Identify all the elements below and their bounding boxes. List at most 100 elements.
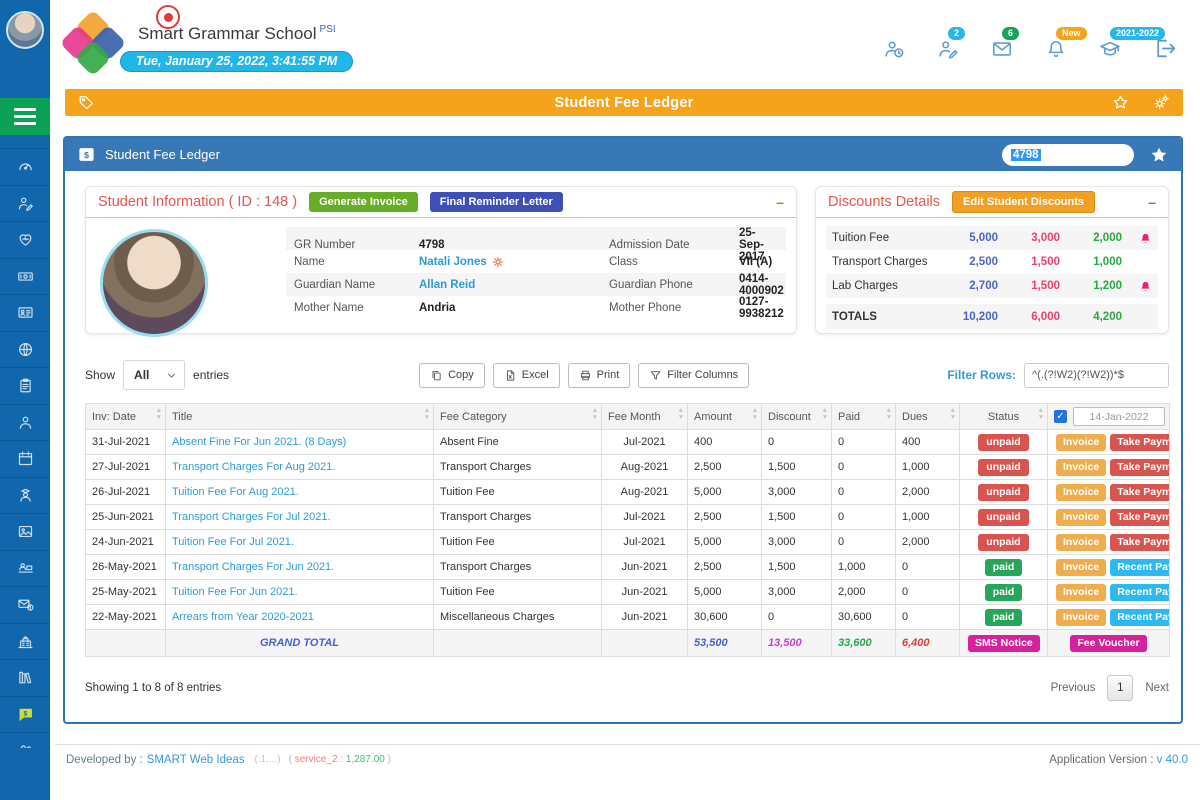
fee-title-link[interactable]: Absent Fine For Jun 2021. (8 Days)	[172, 436, 346, 448]
header-user-edit-button[interactable]: 2	[937, 38, 959, 60]
invoice-button[interactable]: Invoice	[1056, 584, 1106, 601]
col-discount[interactable]: Discount▲▼	[762, 404, 832, 430]
sort-icon[interactable]: ▲▼	[752, 408, 758, 421]
sidebar-item-student-edit[interactable]	[0, 185, 50, 222]
recent-button[interactable]: Recent Payment	[1110, 609, 1169, 626]
fee-voucher-button[interactable]: Fee Voucher	[1070, 635, 1146, 652]
col-dues[interactable]: Dues▲▼	[896, 404, 960, 430]
sort-icon[interactable]: ▲▼	[156, 408, 162, 421]
col-amount[interactable]: Amount▲▼	[688, 404, 762, 430]
invoice-button[interactable]: Invoice	[1056, 509, 1106, 526]
sort-icon[interactable]: ▲▼	[1038, 408, 1044, 421]
invoice-button[interactable]: Invoice	[1056, 559, 1106, 576]
panel-star-icon[interactable]	[1149, 145, 1169, 165]
recent-button[interactable]: Recent Payment	[1110, 559, 1169, 576]
fee-title-link[interactable]: Transport Charges For Jun 2021.	[172, 561, 334, 573]
invoice-button[interactable]: Invoice	[1056, 609, 1106, 626]
excel-button[interactable]: Excel	[493, 363, 560, 388]
header-session-button[interactable]: 2021-2022	[1099, 38, 1121, 60]
header-logout-button[interactable]	[1153, 36, 1178, 61]
student-name-link[interactable]: Natali Jones	[419, 255, 609, 269]
fee-title-link[interactable]: Transport Charges For Aug 2021.	[172, 461, 335, 473]
col-fee-category[interactable]: Fee Category▲▼	[434, 404, 602, 430]
sidebar-item-fee-ledger[interactable]: $	[0, 696, 50, 733]
header-messages-button[interactable]: 6	[991, 38, 1013, 60]
fee-title-link[interactable]: Tuition Fee For Aug 2021.	[172, 486, 299, 498]
header-notifications-button[interactable]: New	[1045, 38, 1067, 60]
fee-title-link[interactable]: Transport Charges For Jul 2021.	[172, 511, 331, 523]
sidebar-item-photos[interactable]	[0, 513, 50, 550]
page-number-button[interactable]: 1	[1107, 675, 1133, 701]
desk-icon	[17, 560, 34, 577]
sidebar-item-campus[interactable]	[0, 623, 50, 660]
sidebar-item-id-card[interactable]	[0, 294, 50, 331]
print-label: Print	[597, 369, 620, 381]
user-avatar[interactable]	[6, 11, 44, 49]
col-inv-date[interactable]: Inv: Date▲▼	[86, 404, 166, 430]
settings-gears-icon[interactable]	[1153, 94, 1170, 111]
invoice-button[interactable]: Invoice	[1056, 484, 1106, 501]
sidebar-item-web-portal[interactable]	[0, 331, 50, 368]
header-user-clock-button[interactable]	[883, 38, 905, 60]
sidebar-item-staff[interactable]	[0, 732, 50, 748]
date-filter-checkbox[interactable]: ✓	[1054, 410, 1067, 423]
show-entries-select[interactable]: All	[123, 360, 185, 390]
sidebar-item-health[interactable]	[0, 221, 50, 258]
sidebar-item-fee-mail[interactable]	[0, 586, 50, 623]
collapse-icon[interactable]: –	[776, 195, 784, 209]
filter-columns-button[interactable]: Filter Columns	[638, 363, 749, 388]
collapse-icon[interactable]: –	[1148, 195, 1156, 209]
take-button[interactable]: Take Payment	[1110, 509, 1169, 526]
date-filter-input[interactable]	[1073, 407, 1165, 426]
sidebar-item-reports[interactable]	[0, 367, 50, 404]
discount-cell: 3,000	[762, 530, 832, 555]
invoice-button[interactable]: Invoice	[1056, 434, 1106, 451]
col-title[interactable]: Title▲▼	[166, 404, 434, 430]
col-paid[interactable]: Paid▲▼	[832, 404, 896, 430]
take-button[interactable]: Take Payment	[1110, 534, 1169, 551]
sidebar-item-dashboard[interactable]	[0, 148, 50, 185]
col-status[interactable]: Status▲▼	[960, 404, 1048, 430]
fee-title-link[interactable]: Tuition Fee For Jun 2021.	[172, 586, 298, 598]
sort-icon[interactable]: ▲▼	[678, 408, 684, 421]
fee-title-link[interactable]: Arrears from Year 2020-2021	[172, 611, 314, 623]
sun-icon	[491, 255, 505, 269]
sms-notice-button[interactable]: SMS Notice	[968, 635, 1040, 652]
previous-page-button[interactable]: Previous	[1051, 682, 1096, 694]
sort-icon[interactable]: ▲▼	[592, 408, 598, 421]
sort-icon[interactable]: ▲▼	[822, 408, 828, 421]
sidebar-item-graduates[interactable]	[0, 477, 50, 514]
developer-link[interactable]: SMART Web Ideas	[147, 754, 245, 766]
guardian-name-link[interactable]: Allan Reid	[419, 279, 609, 291]
take-button[interactable]: Take Payment	[1110, 459, 1169, 476]
fee-title-link[interactable]: Tuition Fee For Jul 2021.	[172, 536, 294, 548]
dues-cell: 0	[896, 555, 960, 580]
invoice-button[interactable]: Invoice	[1056, 534, 1106, 551]
edit-discounts-button[interactable]: Edit Student Discounts	[952, 191, 1095, 213]
sort-icon[interactable]: ▲▼	[424, 408, 430, 421]
student-search-input[interactable]: 4798	[1002, 144, 1134, 166]
print-button[interactable]: Print	[568, 363, 631, 388]
sidebar-item-classroom[interactable]	[0, 550, 50, 587]
header-icons: 2 6 New 2021-2022	[883, 36, 1178, 61]
sort-icon[interactable]: ▲▼	[950, 408, 956, 421]
take-button[interactable]: Take Payment	[1110, 434, 1169, 451]
sidebar-item-library[interactable]	[0, 659, 50, 696]
bell-icon[interactable]	[1139, 280, 1152, 293]
take-button[interactable]: Take Payment	[1110, 484, 1169, 501]
sidebar-item-fees[interactable]	[0, 258, 50, 295]
sort-icon[interactable]: ▲▼	[886, 408, 892, 421]
sidebar-item-attendance[interactable]	[0, 440, 50, 477]
next-page-button[interactable]: Next	[1145, 682, 1169, 694]
recent-button[interactable]: Recent Payment	[1110, 584, 1169, 601]
generate-invoice-button[interactable]: Generate Invoice	[309, 192, 418, 212]
favorite-star-icon[interactable]	[1112, 94, 1129, 111]
bell-icon[interactable]	[1139, 232, 1152, 245]
col-fee-month[interactable]: Fee Month▲▼	[602, 404, 688, 430]
filter-rows-input[interactable]	[1024, 363, 1169, 388]
menu-toggle-button[interactable]	[0, 98, 50, 135]
invoice-button[interactable]: Invoice	[1056, 459, 1106, 476]
final-reminder-button[interactable]: Final Reminder Letter	[430, 192, 563, 212]
copy-button[interactable]: Copy	[419, 363, 485, 388]
sidebar-item-students[interactable]	[0, 404, 50, 441]
